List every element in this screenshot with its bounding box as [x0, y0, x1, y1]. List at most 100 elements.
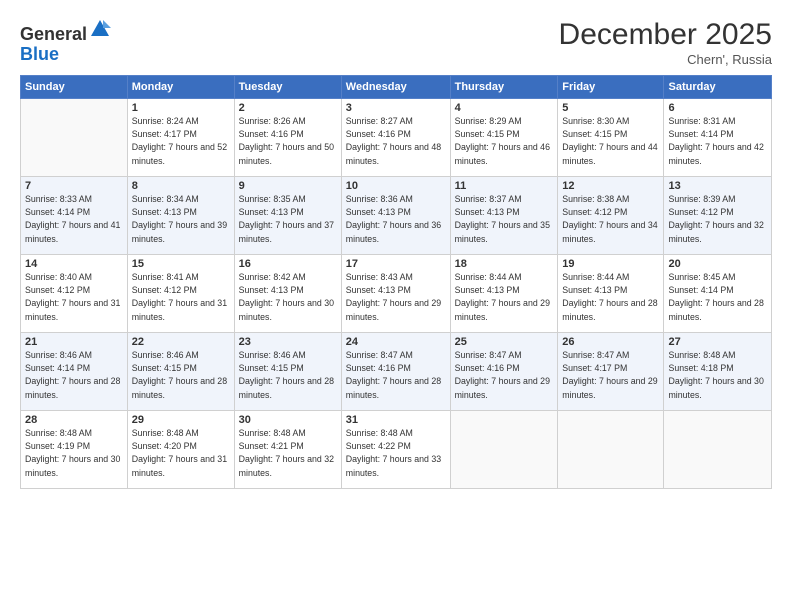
col-header-tuesday: Tuesday [234, 76, 341, 99]
day-info: Sunrise: 8:36 AMSunset: 4:13 PMDaylight:… [346, 193, 446, 246]
location: Chern', Russia [559, 52, 772, 67]
logo: General Blue [20, 18, 111, 65]
day-number: 10 [346, 180, 446, 192]
logo-general: General [20, 24, 87, 44]
day-cell: 28Sunrise: 8:48 AMSunset: 4:19 PMDayligh… [21, 411, 128, 489]
day-cell: 23Sunrise: 8:46 AMSunset: 4:15 PMDayligh… [234, 333, 341, 411]
header: General Blue December 2025 Chern', Russi… [20, 18, 772, 67]
day-cell: 27Sunrise: 8:48 AMSunset: 4:18 PMDayligh… [664, 333, 772, 411]
week-row-3: 14Sunrise: 8:40 AMSunset: 4:12 PMDayligh… [21, 255, 772, 333]
day-number: 17 [346, 258, 446, 270]
day-info: Sunrise: 8:37 AMSunset: 4:13 PMDaylight:… [455, 193, 554, 246]
day-info: Sunrise: 8:24 AMSunset: 4:17 PMDaylight:… [132, 115, 230, 168]
day-number: 9 [239, 180, 337, 192]
day-cell: 6Sunrise: 8:31 AMSunset: 4:14 PMDaylight… [664, 99, 772, 177]
day-info: Sunrise: 8:48 AMSunset: 4:19 PMDaylight:… [25, 427, 123, 480]
day-info: Sunrise: 8:44 AMSunset: 4:13 PMDaylight:… [562, 271, 659, 324]
day-cell: 11Sunrise: 8:37 AMSunset: 4:13 PMDayligh… [450, 177, 558, 255]
day-number: 14 [25, 258, 123, 270]
day-cell [558, 411, 664, 489]
logo-blue: Blue [20, 44, 59, 64]
day-cell: 13Sunrise: 8:39 AMSunset: 4:12 PMDayligh… [664, 177, 772, 255]
calendar-header-row: SundayMondayTuesdayWednesdayThursdayFrid… [21, 76, 772, 99]
day-cell: 5Sunrise: 8:30 AMSunset: 4:15 PMDaylight… [558, 99, 664, 177]
day-number: 22 [132, 336, 230, 348]
day-number: 3 [346, 102, 446, 114]
col-header-saturday: Saturday [664, 76, 772, 99]
day-number: 23 [239, 336, 337, 348]
day-number: 8 [132, 180, 230, 192]
day-number: 25 [455, 336, 554, 348]
page: General Blue December 2025 Chern', Russi… [0, 0, 792, 612]
day-info: Sunrise: 8:39 AMSunset: 4:12 PMDaylight:… [668, 193, 767, 246]
day-cell: 9Sunrise: 8:35 AMSunset: 4:13 PMDaylight… [234, 177, 341, 255]
day-cell: 18Sunrise: 8:44 AMSunset: 4:13 PMDayligh… [450, 255, 558, 333]
day-cell: 31Sunrise: 8:48 AMSunset: 4:22 PMDayligh… [341, 411, 450, 489]
week-row-5: 28Sunrise: 8:48 AMSunset: 4:19 PMDayligh… [21, 411, 772, 489]
day-cell: 19Sunrise: 8:44 AMSunset: 4:13 PMDayligh… [558, 255, 664, 333]
day-number: 15 [132, 258, 230, 270]
day-cell: 15Sunrise: 8:41 AMSunset: 4:12 PMDayligh… [127, 255, 234, 333]
day-cell: 7Sunrise: 8:33 AMSunset: 4:14 PMDaylight… [21, 177, 128, 255]
day-info: Sunrise: 8:46 AMSunset: 4:15 PMDaylight:… [239, 349, 337, 402]
day-number: 31 [346, 414, 446, 426]
day-number: 21 [25, 336, 123, 348]
day-cell [21, 99, 128, 177]
day-number: 30 [239, 414, 337, 426]
col-header-monday: Monday [127, 76, 234, 99]
day-info: Sunrise: 8:47 AMSunset: 4:16 PMDaylight:… [455, 349, 554, 402]
day-number: 18 [455, 258, 554, 270]
day-info: Sunrise: 8:48 AMSunset: 4:20 PMDaylight:… [132, 427, 230, 480]
day-info: Sunrise: 8:26 AMSunset: 4:16 PMDaylight:… [239, 115, 337, 168]
day-info: Sunrise: 8:48 AMSunset: 4:18 PMDaylight:… [668, 349, 767, 402]
day-cell: 22Sunrise: 8:46 AMSunset: 4:15 PMDayligh… [127, 333, 234, 411]
calendar-body: 1Sunrise: 8:24 AMSunset: 4:17 PMDaylight… [21, 99, 772, 489]
day-info: Sunrise: 8:47 AMSunset: 4:16 PMDaylight:… [346, 349, 446, 402]
day-cell: 16Sunrise: 8:42 AMSunset: 4:13 PMDayligh… [234, 255, 341, 333]
day-number: 26 [562, 336, 659, 348]
day-cell: 30Sunrise: 8:48 AMSunset: 4:21 PMDayligh… [234, 411, 341, 489]
col-header-thursday: Thursday [450, 76, 558, 99]
day-info: Sunrise: 8:27 AMSunset: 4:16 PMDaylight:… [346, 115, 446, 168]
day-number: 1 [132, 102, 230, 114]
day-info: Sunrise: 8:35 AMSunset: 4:13 PMDaylight:… [239, 193, 337, 246]
day-number: 29 [132, 414, 230, 426]
day-info: Sunrise: 8:31 AMSunset: 4:14 PMDaylight:… [668, 115, 767, 168]
day-number: 27 [668, 336, 767, 348]
day-cell: 3Sunrise: 8:27 AMSunset: 4:16 PMDaylight… [341, 99, 450, 177]
day-cell: 25Sunrise: 8:47 AMSunset: 4:16 PMDayligh… [450, 333, 558, 411]
day-number: 12 [562, 180, 659, 192]
day-info: Sunrise: 8:41 AMSunset: 4:12 PMDaylight:… [132, 271, 230, 324]
day-cell: 21Sunrise: 8:46 AMSunset: 4:14 PMDayligh… [21, 333, 128, 411]
day-cell: 2Sunrise: 8:26 AMSunset: 4:16 PMDaylight… [234, 99, 341, 177]
day-number: 16 [239, 258, 337, 270]
day-info: Sunrise: 8:48 AMSunset: 4:21 PMDaylight:… [239, 427, 337, 480]
day-number: 19 [562, 258, 659, 270]
calendar: SundayMondayTuesdayWednesdayThursdayFrid… [20, 75, 772, 489]
day-number: 11 [455, 180, 554, 192]
day-number: 7 [25, 180, 123, 192]
logo-icon [89, 18, 111, 40]
day-info: Sunrise: 8:33 AMSunset: 4:14 PMDaylight:… [25, 193, 123, 246]
day-cell: 8Sunrise: 8:34 AMSunset: 4:13 PMDaylight… [127, 177, 234, 255]
day-number: 2 [239, 102, 337, 114]
day-cell: 26Sunrise: 8:47 AMSunset: 4:17 PMDayligh… [558, 333, 664, 411]
day-info: Sunrise: 8:47 AMSunset: 4:17 PMDaylight:… [562, 349, 659, 402]
day-info: Sunrise: 8:46 AMSunset: 4:15 PMDaylight:… [132, 349, 230, 402]
day-number: 5 [562, 102, 659, 114]
day-cell: 1Sunrise: 8:24 AMSunset: 4:17 PMDaylight… [127, 99, 234, 177]
day-cell: 17Sunrise: 8:43 AMSunset: 4:13 PMDayligh… [341, 255, 450, 333]
day-cell: 20Sunrise: 8:45 AMSunset: 4:14 PMDayligh… [664, 255, 772, 333]
day-info: Sunrise: 8:43 AMSunset: 4:13 PMDaylight:… [346, 271, 446, 324]
day-cell: 24Sunrise: 8:47 AMSunset: 4:16 PMDayligh… [341, 333, 450, 411]
col-header-wednesday: Wednesday [341, 76, 450, 99]
week-row-4: 21Sunrise: 8:46 AMSunset: 4:14 PMDayligh… [21, 333, 772, 411]
day-info: Sunrise: 8:48 AMSunset: 4:22 PMDaylight:… [346, 427, 446, 480]
day-info: Sunrise: 8:30 AMSunset: 4:15 PMDaylight:… [562, 115, 659, 168]
week-row-2: 7Sunrise: 8:33 AMSunset: 4:14 PMDaylight… [21, 177, 772, 255]
day-info: Sunrise: 8:46 AMSunset: 4:14 PMDaylight:… [25, 349, 123, 402]
day-cell: 4Sunrise: 8:29 AMSunset: 4:15 PMDaylight… [450, 99, 558, 177]
day-number: 28 [25, 414, 123, 426]
day-info: Sunrise: 8:34 AMSunset: 4:13 PMDaylight:… [132, 193, 230, 246]
day-number: 24 [346, 336, 446, 348]
